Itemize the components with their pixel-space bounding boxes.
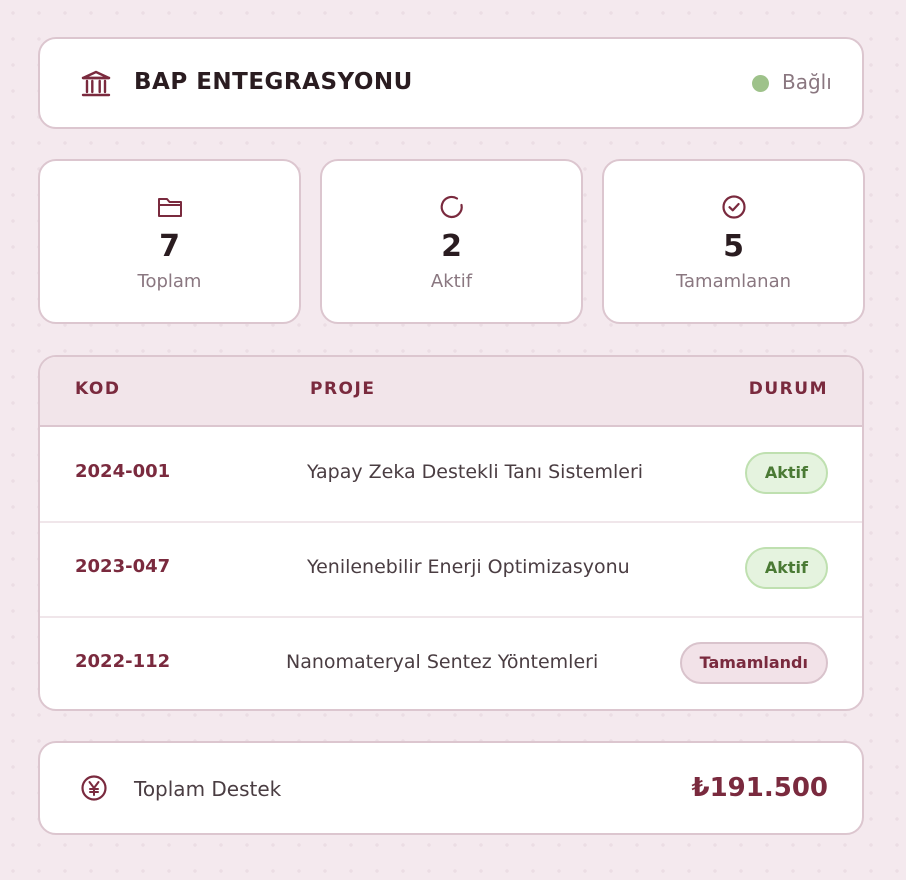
table-row[interactable]: 2024-001 Yapay Zeka Destekli Tanı Sistem… (40, 427, 862, 523)
table-row[interactable]: 2022-112 Nanomateryal Sentez Yöntemleri … (40, 617, 862, 709)
column-header-code: KOD (75, 379, 121, 399)
folder-icon (157, 198, 182, 217)
check-circle-icon (721, 195, 746, 219)
stat-label: Aktif (430, 271, 473, 292)
stat-value: 7 (159, 229, 180, 264)
yen-icon (81, 775, 107, 801)
integration-header: BAP ENTEGRASYONU Bağlı (38, 37, 864, 129)
status-badge: Aktif (744, 547, 828, 589)
column-header-status: DURUM (748, 379, 828, 399)
stat-value: 2 (441, 229, 462, 264)
project-code: 2024-001 (75, 461, 171, 482)
connection-status: Bağlı (782, 70, 832, 94)
project-code: 2023-047 (75, 556, 171, 577)
total-support-amount: ₺191.500 (691, 773, 828, 803)
stat-card-total: 7 Toplam (38, 159, 301, 324)
stat-card-active: 2 Aktif (320, 159, 583, 324)
status-dot (752, 75, 769, 92)
total-support-card: Toplam Destek ₺191.500 (38, 741, 864, 835)
status-badge: Tamamlandı (679, 642, 828, 684)
stat-label: Toplam (137, 271, 202, 292)
project-name: Yenilenebilir Enerji Optimizasyonu (307, 556, 630, 578)
table-header: KOD PROJE DURUM (40, 357, 862, 427)
column-header-project: PROJE (310, 379, 376, 399)
project-code: 2022-112 (75, 651, 171, 672)
page-title: BAP ENTEGRASYONU (134, 69, 413, 95)
stat-card-completed: 5 Tamamlanan (602, 159, 865, 324)
refresh-icon (440, 195, 463, 219)
project-name: Nanomateryal Sentez Yöntemleri (286, 651, 599, 673)
stat-label: Tamamlanan (675, 271, 792, 292)
project-name: Yapay Zeka Destekli Tanı Sistemleri (307, 461, 644, 483)
total-support-label: Toplam Destek (134, 777, 282, 801)
bank-icon (81, 70, 111, 97)
table-row[interactable]: 2023-047 Yenilenebilir Enerji Optimizasy… (40, 522, 862, 618)
stat-value: 5 (723, 229, 744, 264)
projects-table: KOD PROJE DURUM 2024-001 Yapay Zeka Dest… (38, 355, 864, 711)
status-badge: Aktif (744, 452, 828, 494)
